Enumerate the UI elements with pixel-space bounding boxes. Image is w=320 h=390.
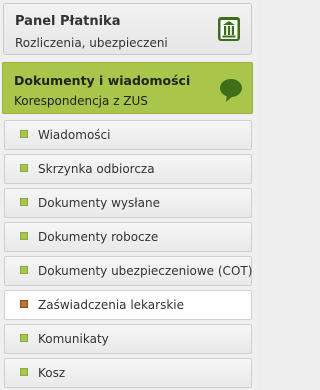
menu-item-komunikaty[interactable]: Komunikaty [4, 324, 252, 354]
menu-item-label: Wiadomości [38, 128, 111, 142]
bullet-icon [20, 368, 28, 376]
building-icon [217, 16, 241, 42]
speech-bubble-icon [218, 77, 244, 103]
panel-subtitle: Rozliczenia, ubezpieczeni [15, 36, 168, 50]
bullet-icon [20, 266, 28, 274]
menu-item-label: Dokumenty robocze [38, 230, 159, 244]
sidebar-panel: Panel Płatnika Rozliczenia, ubezpieczeni… [0, 0, 257, 390]
bullet-icon [20, 300, 28, 308]
menu-item-dokumenty-wyslane[interactable]: Dokumenty wysłane [4, 188, 252, 218]
menu-item-label: Dokumenty ubezpieczeniowe (COT) [38, 264, 253, 278]
bullet-icon [20, 334, 28, 342]
bullet-icon [20, 130, 28, 138]
menu-item-label: Komunikaty [38, 332, 109, 346]
bullet-icon [20, 164, 28, 172]
docs-title: Dokumenty i wiadomości [14, 73, 191, 88]
menu-item-zaswiadczenia-lekarskie[interactable]: Zaświadczenia lekarskie [4, 290, 252, 320]
menu-item-skrzynka-odbiorcza[interactable]: Skrzynka odbiorcza [4, 154, 252, 184]
menu-item-label: Skrzynka odbiorcza [38, 162, 155, 176]
menu-item-label: Zaświadczenia lekarskie [38, 298, 184, 312]
menu-item-wiadomosci[interactable]: Wiadomości [4, 120, 252, 150]
menu-item-dokumenty-robocze[interactable]: Dokumenty robocze [4, 222, 252, 252]
panel-platnika-card[interactable]: Panel Płatnika Rozliczenia, ubezpieczeni [3, 3, 252, 55]
dokumenty-card[interactable]: Dokumenty i wiadomości Korespondencja z … [2, 62, 253, 114]
menu-item-label: Kosz [38, 366, 66, 380]
menu-item-kosz[interactable]: Kosz [4, 358, 252, 388]
panel-title: Panel Płatnika [15, 14, 121, 29]
menu-item-dokumenty-ubezpieczeniowe[interactable]: Dokumenty ubezpieczeniowe (COT) [4, 256, 252, 286]
bullet-icon [20, 198, 28, 206]
docs-subtitle: Korespondencja z ZUS [14, 94, 148, 108]
menu-item-label: Dokumenty wysłane [38, 196, 160, 210]
bullet-icon [20, 232, 28, 240]
